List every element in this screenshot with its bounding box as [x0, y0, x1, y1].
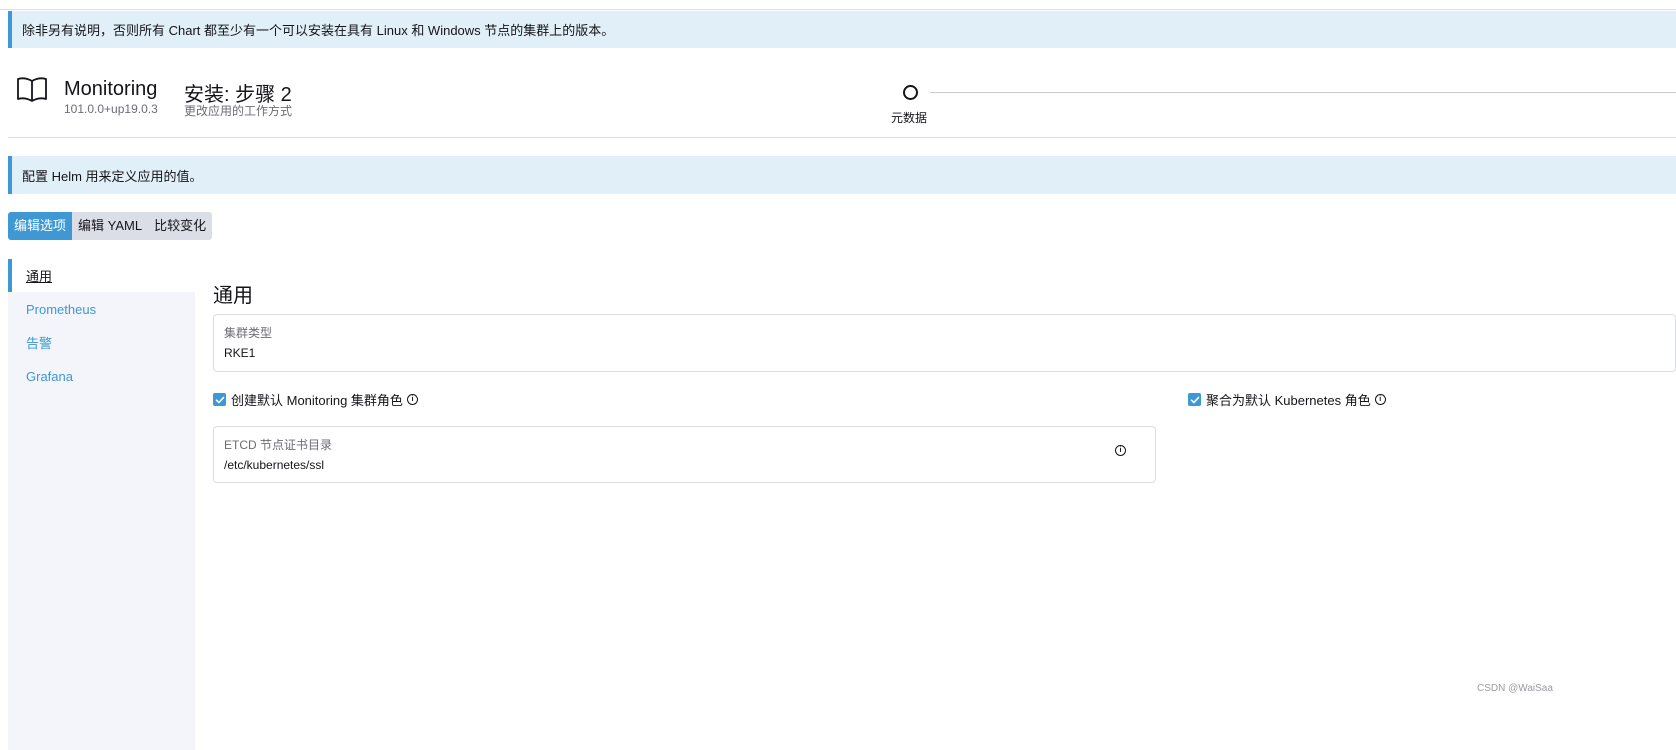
checkmark-icon: [1190, 396, 1199, 403]
sidebar-item-grafana[interactable]: Grafana: [8, 360, 195, 393]
app-name: Monitoring: [64, 78, 158, 100]
tab-edit-yaml[interactable]: 编辑 YAML: [72, 212, 149, 240]
cluster-type-label: 集群类型: [224, 326, 273, 340]
book-open-icon: [17, 77, 47, 102]
section-title: 通用: [213, 285, 253, 307]
aggregate-roles-label: 聚合为默认 Kubernetes 角色: [1206, 393, 1371, 408]
page-header: Monitoring 101.0.0+up19.0.3 安装: 步骤 2 更改应…: [8, 60, 1676, 138]
aggregate-roles-checkbox[interactable]: [1188, 393, 1201, 406]
watermark: CSDN @WaiSaa: [1477, 683, 1553, 694]
tab-edit-options[interactable]: 编辑选项: [8, 212, 73, 240]
info-icon[interactable]: i: [406, 394, 418, 405]
info-icon[interactable]: i: [1374, 394, 1386, 405]
info-banner-helm: 配置 Helm 用来定义应用的值。: [8, 156, 1676, 194]
stepper-line: [930, 92, 1676, 93]
checkmark-icon: [215, 396, 224, 403]
cluster-type-value: RKE1: [224, 346, 256, 360]
edit-mode-tabs: 编辑选项 编辑 YAML 比较变化: [8, 212, 213, 240]
etcd-cert-dir-label: ETCD 节点证书目录: [224, 438, 333, 452]
step-subtitle: 更改应用的工作方式: [184, 104, 293, 118]
etcd-cert-dir-input[interactable]: ETCD 节点证书目录 /etc/kubernetes/ssl i: [213, 426, 1156, 483]
info-icon[interactable]: i: [1115, 445, 1126, 456]
options-sidebar: 通用 Prometheus 告警 Grafana: [8, 259, 195, 750]
create-default-roles-checkbox-row[interactable]: 创建默认 Monitoring 集群角色 i: [213, 390, 418, 409]
cluster-type-select[interactable]: 集群类型 RKE1: [213, 314, 1676, 372]
create-default-roles-label: 创建默认 Monitoring 集群角色: [231, 393, 403, 408]
app-version: 101.0.0+up19.0.3: [64, 102, 158, 116]
top-divider: [0, 9, 1676, 10]
info-banner-helm-text: 配置 Helm 用来定义应用的值。: [22, 168, 203, 184]
sidebar-item-prometheus[interactable]: Prometheus: [8, 293, 195, 326]
aggregate-roles-checkbox-row[interactable]: 聚合为默认 Kubernetes 角色 i: [1188, 390, 1386, 409]
stepper-step-label: 元数据: [891, 111, 928, 125]
info-banner-text: 除非另有说明，否则所有 Chart 都至少有一个可以安装在具有 Linux 和 …: [22, 23, 615, 38]
sidebar-item-alerting[interactable]: 告警: [8, 326, 195, 359]
create-default-roles-checkbox[interactable]: [213, 393, 226, 406]
tab-compare-changes[interactable]: 比较变化: [148, 212, 213, 240]
stepper-step-circle[interactable]: [903, 85, 918, 100]
sidebar-item-general[interactable]: 通用: [8, 259, 195, 292]
etcd-cert-dir-value: /etc/kubernetes/ssl: [224, 458, 325, 472]
info-banner-os-support: 除非另有说明，否则所有 Chart 都至少有一个可以安装在具有 Linux 和 …: [8, 11, 1676, 48]
